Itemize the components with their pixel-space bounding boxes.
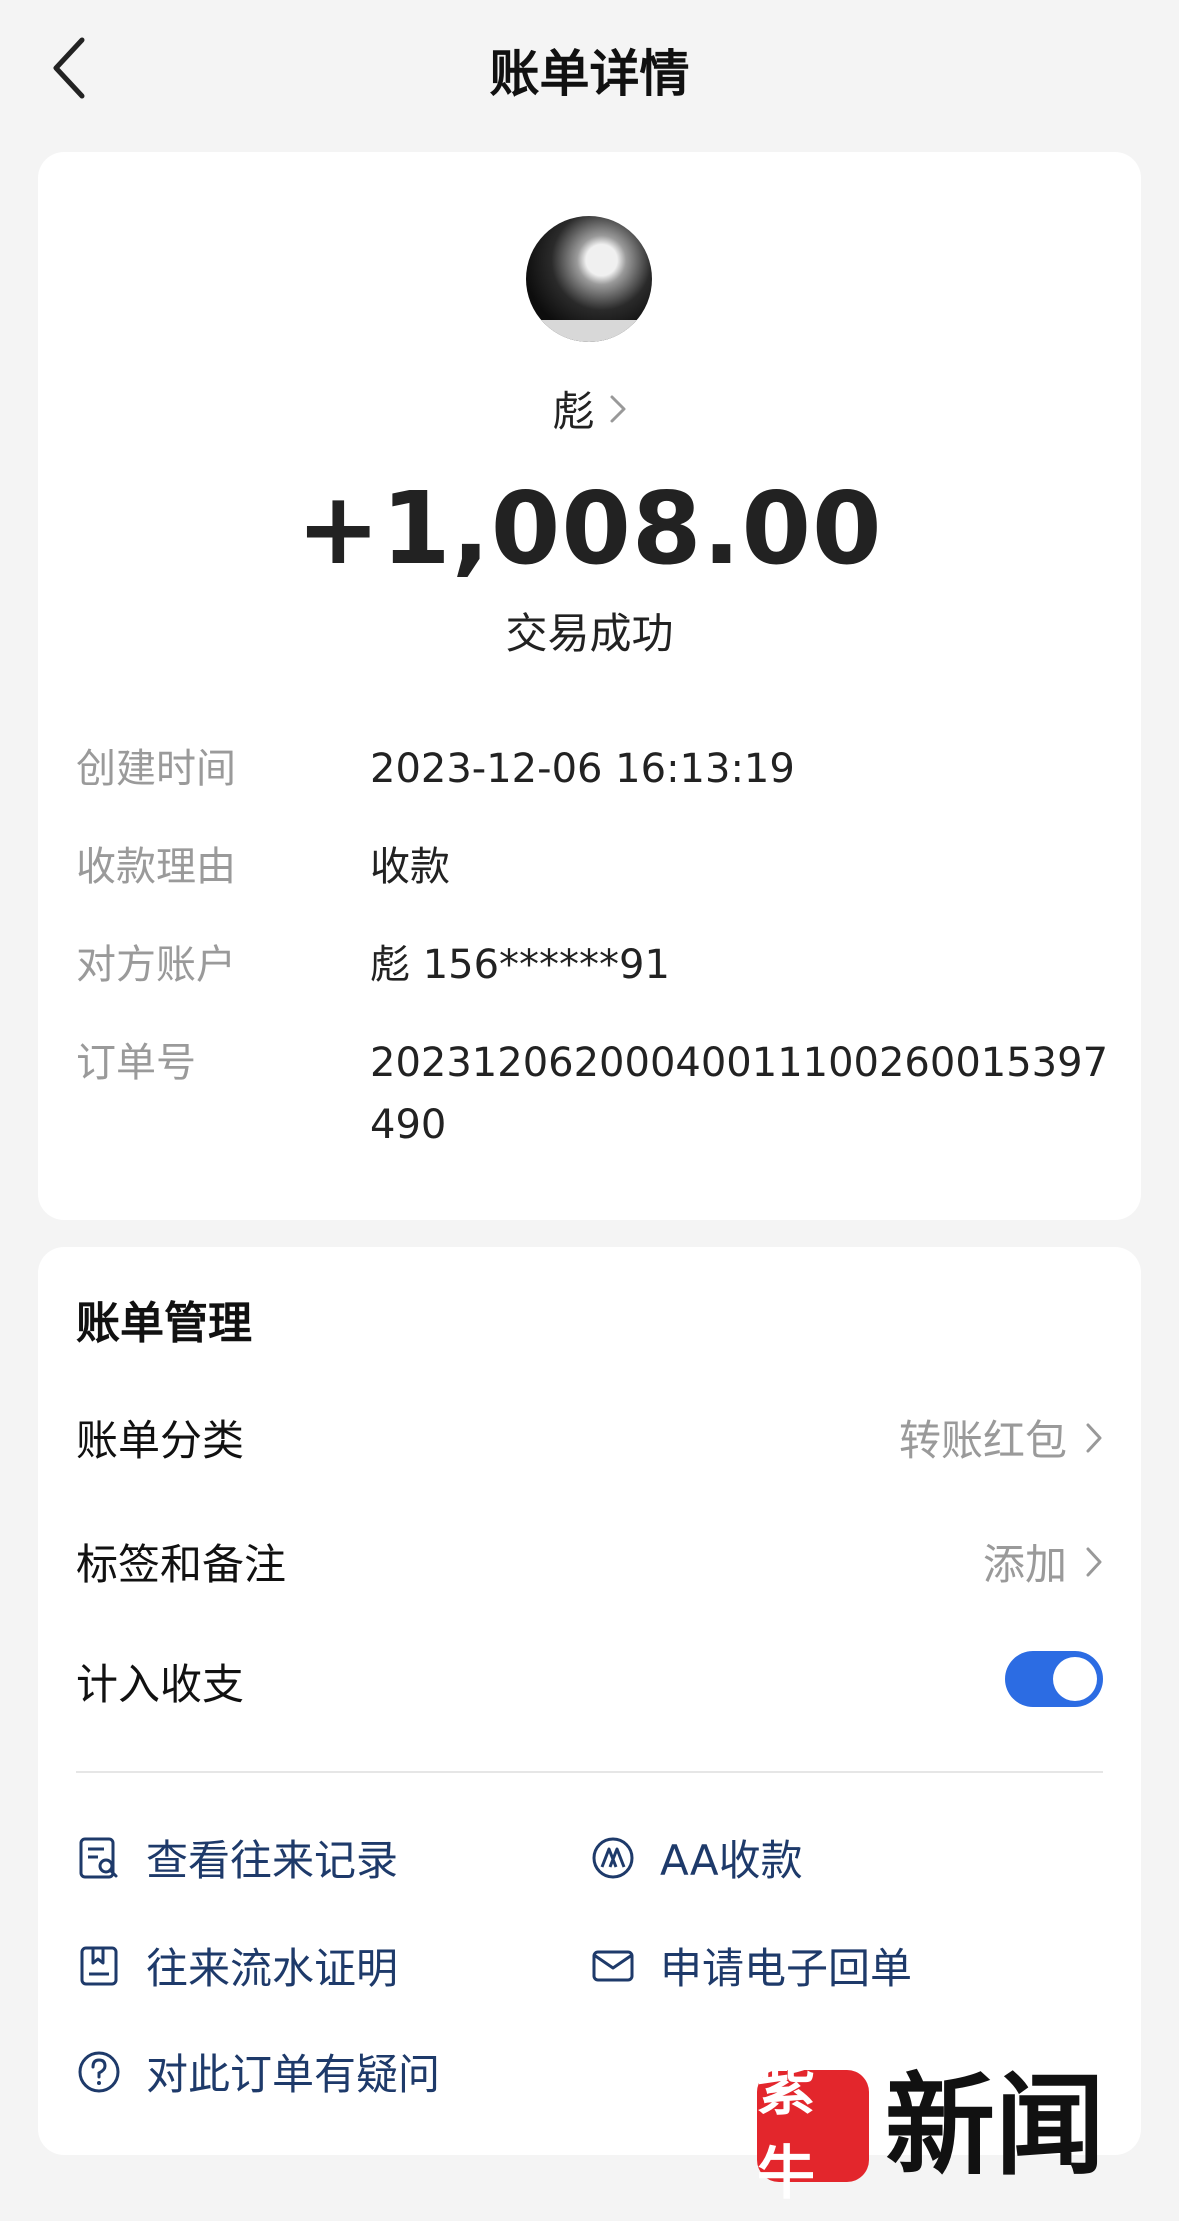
- section-title: 账单管理: [76, 1298, 252, 1349]
- order-question-link[interactable]: 对此订单有疑问: [74, 2041, 440, 2102]
- chevron-right-icon: [610, 395, 625, 422]
- count-in-row: 计入收支: [76, 1641, 1103, 1721]
- chevron-right-icon: [1086, 1547, 1102, 1576]
- action-label: 对此订单有疑问: [146, 2050, 441, 2099]
- watermark-logo: 紫牛 新闻: [757, 2055, 1105, 2207]
- row-value: 转账红包: [898, 1416, 1067, 1465]
- divider: [76, 1771, 1103, 1773]
- action-label: 查看往来记录: [146, 1836, 399, 1885]
- count-in-toggle[interactable]: [1005, 1651, 1103, 1707]
- detail-value: 彪 156******91: [370, 942, 670, 988]
- watermark-badge: 紫牛: [757, 2055, 869, 2207]
- e-receipt-link[interactable]: 申请电子回单: [588, 1935, 912, 1996]
- detail-label: 订单号: [76, 1040, 196, 1086]
- tags-notes-row[interactable]: 标签和备注 添加: [76, 1521, 1103, 1601]
- detail-value: 收款: [370, 844, 450, 890]
- statement-proof-link[interactable]: 往来流水证明: [74, 1935, 398, 1996]
- amount: +1,008.00: [296, 470, 883, 587]
- detail-value: 2023-12-06 16:13:19: [370, 746, 795, 792]
- chevron-right-icon: [1086, 1423, 1102, 1452]
- detail-value: 20231206200040011100260015397490: [370, 1040, 1109, 1148]
- action-label: 申请电子回单: [660, 1944, 913, 1993]
- top-nav: 账单详情: [0, 0, 1179, 140]
- action-label: AA收款: [660, 1836, 803, 1885]
- bill-management-card: 账单管理 账单分类 转账红包 标签和备注 添加 计入收支 查看往来记录 AA收款…: [38, 1247, 1141, 2155]
- detail-label: 对方账户: [76, 942, 236, 988]
- bill-category-row[interactable]: 账单分类 转账红包: [76, 1397, 1103, 1477]
- detail-label: 创建时间: [76, 746, 236, 792]
- action-label: 往来流水证明: [146, 1944, 399, 1993]
- row-label: 账单分类: [76, 1416, 245, 1465]
- transaction-status: 交易成功: [505, 609, 674, 658]
- statement-icon: [80, 1946, 118, 1985]
- watermark-text: 新闻: [885, 2061, 1105, 2190]
- transaction-summary-card: 彪 +1,008.00 交易成功 创建时间 2023-12-06 16:13:1…: [38, 152, 1141, 1220]
- aa-collect-link[interactable]: AA收款: [588, 1827, 803, 1888]
- payer-name-link[interactable]: 彪: [38, 378, 1141, 439]
- mail-icon: [592, 1950, 634, 1981]
- detail-label: 收款理由: [76, 844, 236, 890]
- row-label: 标签和备注: [76, 1540, 287, 1589]
- avatar[interactable]: [526, 216, 652, 342]
- payer-name: 彪: [552, 387, 595, 436]
- document-search-icon: [79, 1837, 118, 1878]
- view-history-link[interactable]: 查看往来记录: [74, 1827, 398, 1888]
- question-icon: [78, 2051, 120, 2092]
- aa-icon: [592, 1837, 634, 1878]
- page-title: 账单详情: [489, 45, 690, 103]
- row-value: 添加: [982, 1540, 1067, 1589]
- row-label: 计入收支: [76, 1660, 245, 1709]
